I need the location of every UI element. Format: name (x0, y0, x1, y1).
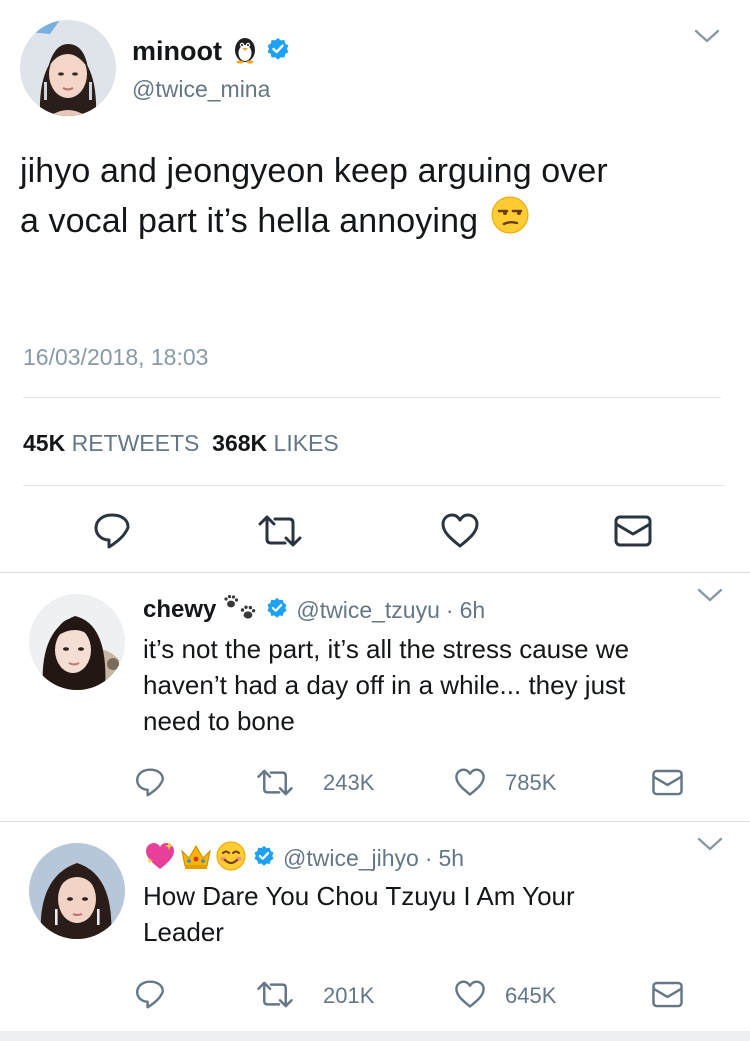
chevron-down-icon[interactable] (697, 587, 723, 603)
handle[interactable]: @twice_tzuyu (296, 597, 440, 624)
divider (23, 397, 721, 398)
divider (0, 572, 750, 573)
reply-text-line: need to bone (143, 706, 295, 736)
chevron-down-icon[interactable] (697, 836, 723, 852)
tweet-text-line: a vocal part it’s hella annoying (20, 202, 479, 240)
verified-badge-icon (266, 597, 288, 624)
likes-label[interactable]: LIKES (274, 430, 339, 456)
sparkling-heart-icon (143, 840, 177, 877)
reply-icon[interactable] (92, 512, 132, 550)
retweet-count[interactable]: 201K (323, 983, 374, 1009)
handle[interactable]: @twice_mina (132, 76, 270, 103)
direct-message-icon[interactable] (651, 980, 684, 1009)
like-heart-icon[interactable] (454, 767, 486, 798)
verified-badge-icon (253, 845, 275, 872)
verified-badge-icon (266, 37, 290, 66)
tweet-time[interactable]: 5h (439, 845, 465, 872)
smiling-face-icon (215, 840, 247, 877)
like-count[interactable]: 645K (505, 983, 556, 1009)
like-count[interactable]: 785K (505, 770, 556, 796)
tweet-text-line: jihyo and jeongyeon keep arguing over (20, 152, 608, 190)
reply-text-line: Leader (143, 917, 224, 947)
avatar-mina[interactable] (20, 20, 116, 116)
divider (23, 485, 725, 486)
reply-text: it’s not the part, it’s all the stress c… (143, 631, 733, 739)
paw-prints-icon (222, 593, 260, 628)
handle[interactable]: @twice_jihyo (283, 845, 419, 872)
retweet-icon[interactable] (257, 515, 303, 547)
separator: · (424, 844, 433, 871)
retweet-icon[interactable] (256, 769, 294, 796)
direct-message-icon[interactable] (613, 514, 653, 548)
reply-text-line: haven’t had a day off in a while... they… (143, 670, 626, 700)
penguin-icon (230, 34, 260, 69)
reply-text-line: it’s not the part, it’s all the stress c… (143, 634, 630, 664)
reply-icon[interactable] (134, 767, 166, 798)
retweets-label[interactable]: RETWEETS (72, 430, 200, 456)
reply-text-line: How Dare You Chou Tzuyu I Am Your (143, 881, 575, 911)
like-heart-icon[interactable] (440, 512, 480, 550)
reply-text: How Dare You Chou Tzuyu I Am Your Leader (143, 878, 733, 950)
retweet-count[interactable]: 243K (323, 770, 374, 796)
bottom-divider (0, 1031, 750, 1041)
like-heart-icon[interactable] (454, 979, 486, 1010)
separator: · (445, 596, 454, 623)
tweet-text: jihyo and jeongyeon keep arguing over a … (20, 148, 730, 248)
retweets-count[interactable]: 45K (23, 430, 65, 456)
avatar-tzuyu[interactable] (29, 594, 125, 690)
direct-message-icon[interactable] (651, 768, 684, 797)
display-name[interactable]: minoot (132, 36, 222, 67)
divider (0, 821, 750, 822)
unamused-face-icon (490, 195, 530, 248)
avatar-jihyo[interactable] (29, 843, 125, 939)
retweet-icon[interactable] (256, 981, 294, 1008)
reply-icon[interactable] (134, 979, 166, 1010)
chevron-down-icon[interactable] (694, 28, 720, 44)
crown-icon (179, 841, 213, 876)
display-name[interactable]: chewy (143, 596, 216, 624)
tweet-time[interactable]: 6h (460, 597, 486, 624)
likes-count[interactable]: 368K (212, 430, 267, 456)
tweet-timestamp[interactable]: 16/03/2018, 18:03 (23, 344, 208, 371)
tweet-stats: 45K RETWEETS 368K LIKES (23, 430, 339, 457)
